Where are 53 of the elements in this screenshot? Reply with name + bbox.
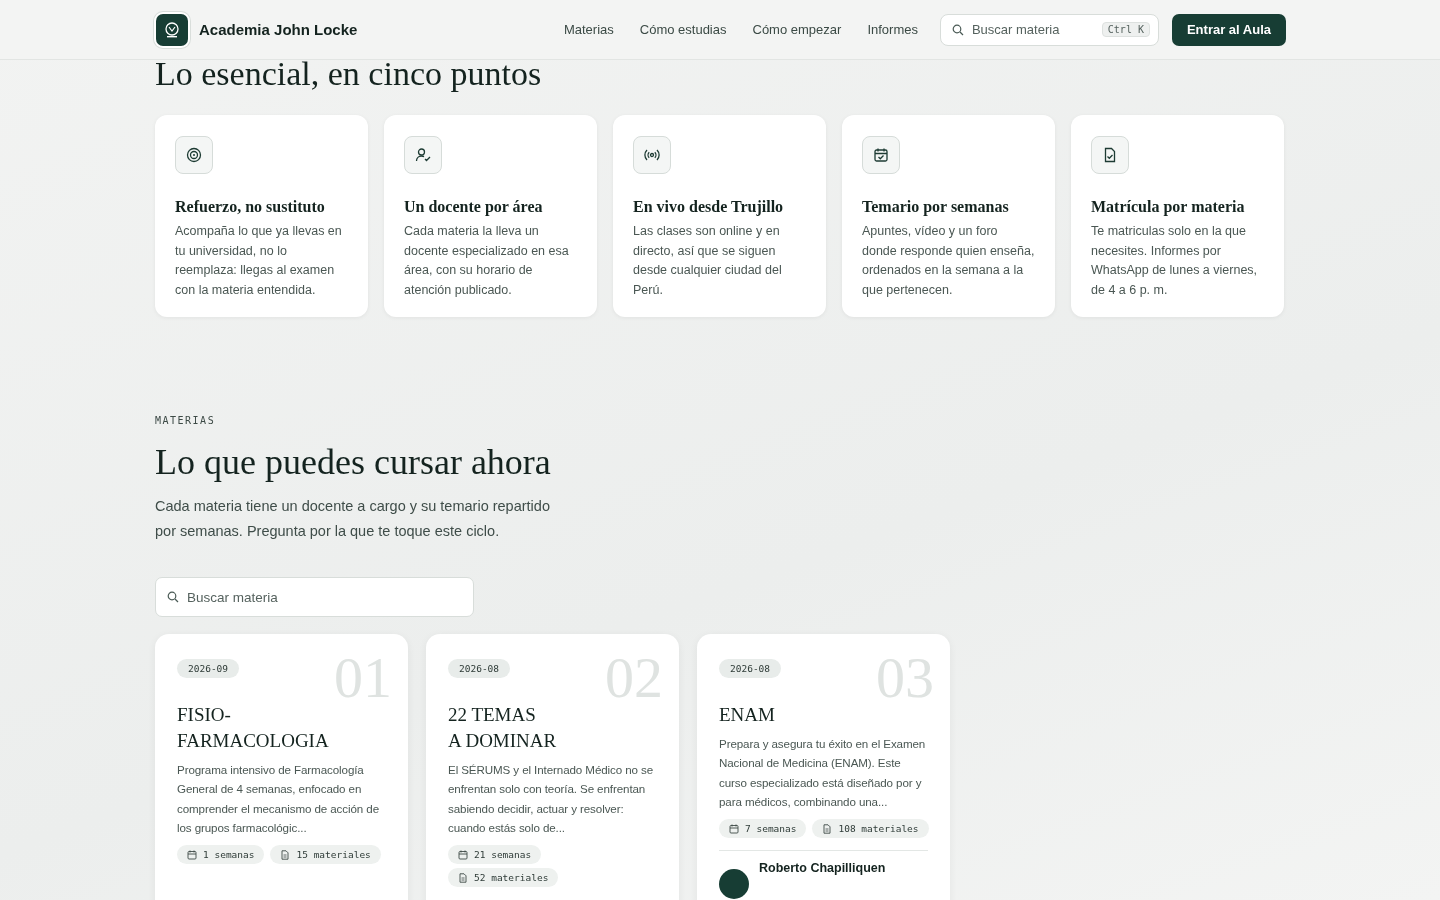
document-icon: [1091, 136, 1129, 174]
enter-classroom-button[interactable]: Entrar al Aula: [1171, 13, 1286, 46]
feature-text: Te matriculas solo en la que necesites. Informes por WhatsApp de lunes a viernes, de 4 a 6 p. m.: [1091, 223, 1259, 299]
feature-text: Las clases son online y en directo, así que se siguen desde cualquier ciudad del Perú.: [633, 223, 783, 299]
date-badge: 2026-08: [719, 659, 782, 678]
weeks-chip: 7 semanas: [719, 819, 807, 839]
date-badge: 2026-09: [177, 659, 240, 678]
section-title: Lo esencial, en cinco puntos: [155, 54, 543, 94]
feature-title: Un docente por área: [404, 198, 544, 216]
course-title: 22 TEMAS A DOMINAR: [448, 703, 558, 753]
section-eyebrow: MATERIAS: [155, 415, 217, 426]
broadcast-icon: [633, 136, 671, 174]
avatar-icon: [719, 869, 749, 900]
section-intro: Cada materia tiene un docente a cargo y su temario repartido por semanas. Pregunta por la que te toque este ciclo.: [155, 497, 551, 541]
teacher-name: Roberto Chapilliquen: [759, 861, 886, 876]
calendar-icon: [862, 136, 900, 174]
feature-title: Matrícula por materia: [1091, 198, 1246, 216]
document-icon: [458, 872, 468, 883]
materials-chip: 108 materiales: [812, 819, 929, 839]
feature-text: Acompaña lo que ya llevas en tu universidad, no lo reemplaza: llegas al examen con la materia entendida.: [175, 223, 343, 299]
course-description: Prepara y asegura tu éxito en el Examen Nacional de Medicina (ENAM). Este curso especializado está diseñado por y para médicos, combinando una...: [719, 736, 927, 810]
section-title: Lo que puedes cursar ahora: [155, 441, 552, 484]
course-title: FISIO- FARMACOLOGIA: [177, 703, 330, 753]
feature-title: En vivo desde Trujillo: [633, 198, 785, 216]
document-icon: [280, 849, 291, 860]
nav-link[interactable]: Informes: [867, 22, 918, 37]
feature-text: Apuntes, vídeo y un foro donde responde quien enseña, ordenados en la semana a la que pertenecen.: [862, 223, 1035, 299]
search-icon: [167, 591, 179, 603]
course-card[interactable]: [697, 634, 950, 900]
search-icon: [951, 23, 964, 36]
course-title: ENAM: [719, 703, 776, 727]
weeks-chip: 1 semanas: [177, 845, 265, 865]
target-icon: [175, 136, 213, 174]
date-badge: 2026-08: [448, 659, 511, 678]
brand-name[interactable]: Academia John Locke: [199, 21, 358, 38]
course-description: El SÉRUMS y el Internado Médico no se enfrentan solo con teoría. Se enfrentan sabiendo decidir, actuar y resolver: cuando estás solo de...: [448, 762, 655, 836]
feature-text: Cada materia la lleva un docente especializado en esa área, con su horario de atención publicado.: [404, 223, 570, 299]
logo-icon[interactable]: [156, 13, 188, 46]
feature-title: Temario por semanas: [862, 198, 1010, 216]
feature-title: Refuerzo, no sustituto: [175, 198, 326, 216]
nav-link[interactable]: Cómo empezar: [752, 22, 842, 37]
calendar-icon: [187, 849, 197, 860]
calendar-icon: [729, 823, 739, 834]
calendar-icon: [458, 849, 468, 860]
materials-chip: 15 materiales: [270, 845, 381, 865]
nav-link[interactable]: Cómo estudias: [639, 22, 727, 37]
weeks-chip: 21 semanas: [448, 845, 542, 865]
document-icon: [822, 823, 833, 834]
user-check-icon: [404, 136, 442, 174]
materials-chip: 52 materiales: [448, 868, 559, 888]
search-field[interactable]: Buscar materia: [155, 577, 474, 617]
course-description: Programa intensivo de Farmacología General de 4 semanas, enfocado en comprender el mecanismo de acción de los grupos farmacológic...: [177, 762, 380, 836]
nav-link[interactable]: Materias: [563, 22, 614, 37]
